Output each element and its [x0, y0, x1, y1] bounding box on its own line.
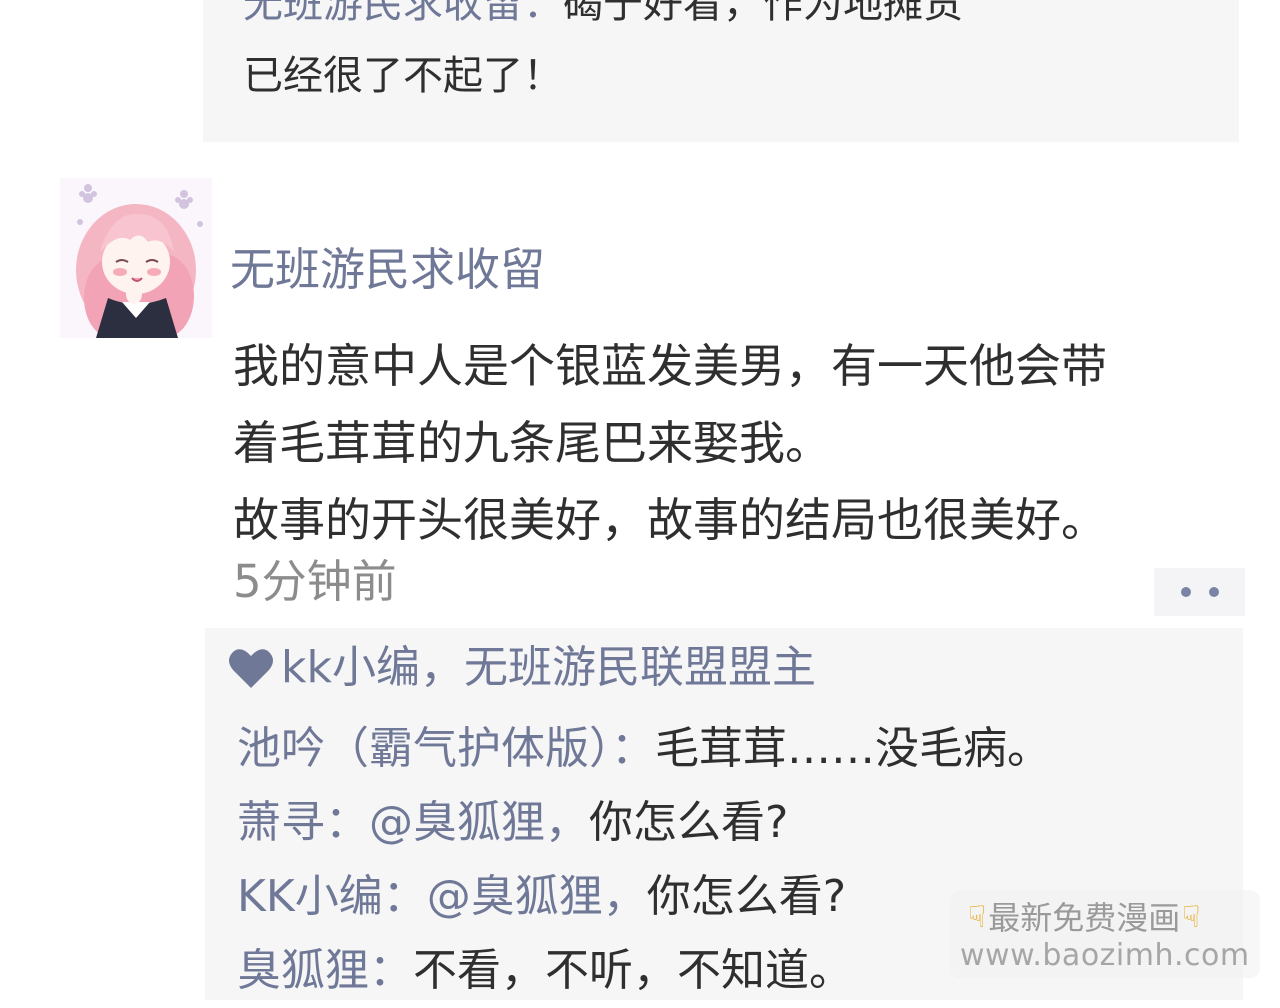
reply-item[interactable]: 池吟（霸气护体版）：毛茸茸……没毛病。	[237, 712, 1051, 786]
avatar-pink-hair-girl-icon	[60, 178, 212, 338]
watermark-url: www.baozimh.com	[960, 938, 1250, 973]
comment-body-line: 故事的开头很美好，故事的结局也很美好。	[233, 493, 1107, 547]
reply-content: 毛茸茸……没毛病。	[655, 723, 1051, 774]
avatar[interactable]	[60, 178, 212, 338]
likes-text: kk小编，无班游民联盟盟主	[281, 642, 816, 693]
watermark: ☟ 最新免费漫画 ☟ www.baozimh.com	[950, 890, 1260, 978]
pointing-down-hand-icon: ☟	[968, 900, 987, 935]
reply-author[interactable]: 池吟（霸气护体版）：	[237, 723, 655, 774]
reply-mention[interactable]: @臭狐狸，	[427, 871, 647, 922]
previous-reply-text-line1: 碣于好看，作为地摊货	[563, 0, 963, 27]
reply-item[interactable]: 萧寻：@臭狐狸，你怎么看?	[237, 786, 788, 860]
more-dots-icon	[1180, 587, 1191, 597]
comment-username[interactable]: 无班游民求收留	[230, 238, 545, 302]
previous-reply-text-line2: 已经很了不起了！	[243, 53, 563, 99]
heart-icon	[229, 649, 273, 688]
reply-content: 你怎么看?	[646, 871, 847, 922]
comment-body-line: 我的意中人是个银蓝发美男，有一天他会带	[233, 339, 1107, 393]
more-options-button[interactable]	[1154, 568, 1245, 616]
more-dots-icon	[1208, 587, 1219, 597]
pointing-down-hand-icon: ☟	[1182, 900, 1201, 935]
previous-reply-author[interactable]: 无班游民求收留：	[243, 0, 563, 27]
watermark-title-row: ☟ 最新免费漫画 ☟	[966, 898, 1203, 938]
reply-content: 你怎么看?	[589, 797, 789, 848]
previous-reply-line1: 无班游民求收留：碣于好看，作为地摊货	[243, 0, 963, 34]
previous-reply-box: 无班游民求收留：碣于好看，作为地摊货 已经很了不起了！	[203, 0, 1239, 142]
reply-author[interactable]: 萧寻：	[237, 797, 369, 848]
reply-content: 不看，不听，不知道。	[413, 945, 853, 996]
reply-author[interactable]: 臭狐狸：	[237, 945, 413, 996]
reply-author[interactable]: KK小编：	[237, 871, 427, 922]
comment-body: 我的意中人是个银蓝发美男，有一天他会带 着毛茸茸的九条尾巴来娶我。 故事的开头很…	[233, 328, 1233, 559]
watermark-title: 最新免费漫画	[988, 899, 1181, 937]
comment-body-line: 着毛茸茸的九条尾巴来娶我。	[233, 416, 831, 470]
likes-row[interactable]: kk小编，无班游民联盟盟主	[227, 634, 816, 702]
comment-timestamp: 5分钟前	[233, 555, 397, 608]
reply-mention[interactable]: @臭狐狸，	[369, 797, 589, 848]
reply-item[interactable]: 臭狐狸：不看，不听，不知道。	[237, 934, 853, 1008]
reply-item[interactable]: KK小编：@臭狐狸，你怎么看?	[237, 860, 846, 934]
